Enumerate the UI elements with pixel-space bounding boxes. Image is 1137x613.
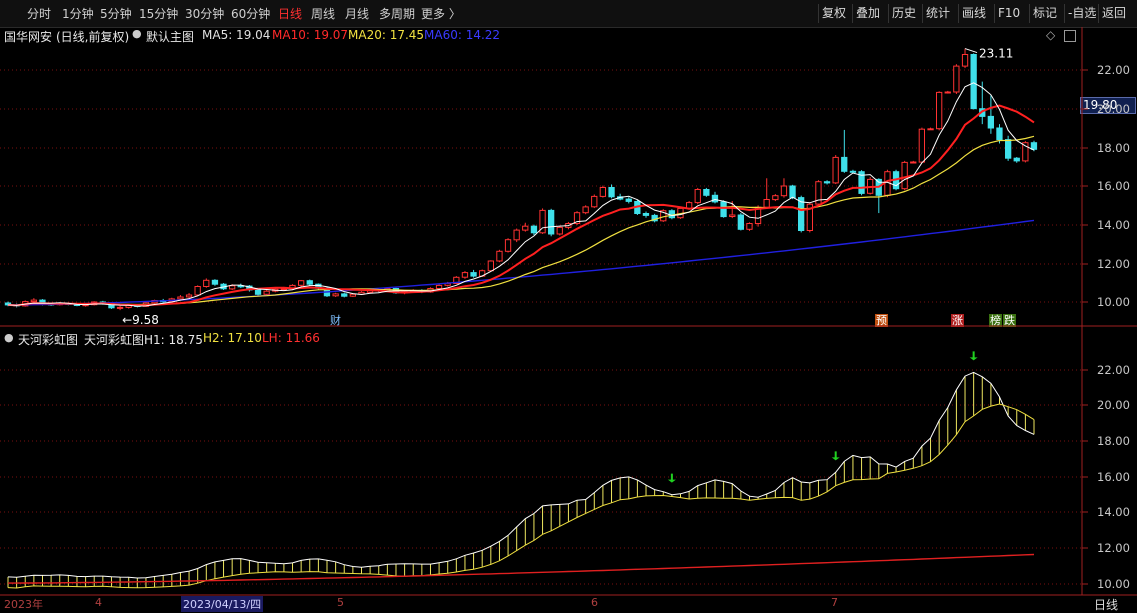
candle-body-63 bbox=[548, 209, 555, 235]
candle-body-96 bbox=[832, 156, 839, 184]
candle-body-35 bbox=[306, 280, 313, 285]
candle-body-13 bbox=[116, 306, 124, 309]
candle-body-38 bbox=[332, 293, 339, 297]
candle-body-105 bbox=[910, 161, 917, 164]
candle-body-86 bbox=[746, 223, 753, 230]
candle-body-107 bbox=[927, 128, 934, 131]
candle-body-104 bbox=[901, 161, 908, 190]
candle-body-88 bbox=[763, 199, 770, 208]
candle-body-24 bbox=[211, 279, 219, 285]
candle-body-95 bbox=[823, 181, 831, 184]
candle-body-60 bbox=[522, 225, 529, 231]
ma10-line bbox=[7, 104, 1035, 307]
candle-body-29 bbox=[254, 289, 262, 295]
low-label: ←9.58 bbox=[122, 313, 159, 327]
candle-body-22 bbox=[194, 286, 201, 296]
candle-body-114 bbox=[987, 115, 995, 129]
buy-signal-arrow-1 bbox=[831, 451, 840, 461]
candle-body-108 bbox=[936, 91, 943, 130]
candle-body-40 bbox=[349, 293, 357, 297]
kline-chart-canvas[interactable]: 23.11 ←9.58 bbox=[0, 0, 1137, 610]
lh-line bbox=[8, 553, 1035, 584]
candle-body-112 bbox=[970, 54, 977, 110]
candle-body-111 bbox=[961, 54, 969, 67]
candle-body-68 bbox=[591, 195, 598, 208]
candle-body-119 bbox=[1030, 142, 1038, 150]
candle-body-34 bbox=[298, 280, 305, 286]
candle-body-90 bbox=[780, 185, 788, 197]
candle-body-116 bbox=[1005, 139, 1012, 159]
candle-body-59 bbox=[513, 229, 520, 241]
candle-body-67 bbox=[582, 206, 589, 214]
buy-signal-arrow-0 bbox=[667, 473, 676, 483]
candle-body-39 bbox=[341, 293, 348, 297]
candle-body-50 bbox=[435, 284, 443, 289]
candle-body-74 bbox=[642, 213, 650, 216]
high-label: 23.11 bbox=[979, 47, 1013, 61]
candle-body-80 bbox=[694, 189, 701, 204]
candle-body-57 bbox=[496, 250, 503, 262]
ma20-line bbox=[7, 135, 1035, 307]
candle-body-58 bbox=[504, 239, 512, 252]
candle-body-83 bbox=[720, 201, 727, 218]
high-pointer bbox=[964, 48, 978, 54]
candle-body-82 bbox=[711, 194, 719, 203]
candle-body-115 bbox=[996, 127, 1003, 141]
h1-line bbox=[7, 371, 1035, 579]
candle-body-64 bbox=[556, 226, 563, 235]
candle-body-69 bbox=[599, 187, 607, 197]
candle-body-89 bbox=[772, 195, 779, 201]
candle-body-54 bbox=[470, 272, 477, 277]
candle-body-21 bbox=[185, 294, 193, 298]
candle-body-56 bbox=[487, 260, 495, 272]
candle-body-109 bbox=[944, 91, 951, 94]
candle-body-53 bbox=[461, 272, 469, 278]
candle-body-26 bbox=[229, 285, 236, 290]
candle-body-23 bbox=[203, 279, 210, 287]
candle-body-117 bbox=[1013, 157, 1020, 162]
candle-body-72 bbox=[625, 198, 632, 202]
candle-body-3 bbox=[30, 299, 38, 303]
candle-body-84 bbox=[729, 214, 736, 217]
candle-body-106 bbox=[918, 128, 926, 163]
candle-body-81 bbox=[703, 189, 710, 196]
candle-body-97 bbox=[841, 156, 848, 172]
candle-body-77 bbox=[668, 210, 676, 219]
candle-body-61 bbox=[530, 225, 538, 234]
candle-body-20 bbox=[177, 296, 184, 300]
candle-body-91 bbox=[789, 185, 796, 199]
candle-body-30 bbox=[263, 290, 270, 295]
candle-body-98 bbox=[849, 170, 857, 173]
candle-body-85 bbox=[737, 214, 745, 230]
candle-body-70 bbox=[608, 187, 615, 198]
candle-body-110 bbox=[953, 65, 960, 93]
buy-signal-arrow-2 bbox=[969, 351, 978, 361]
